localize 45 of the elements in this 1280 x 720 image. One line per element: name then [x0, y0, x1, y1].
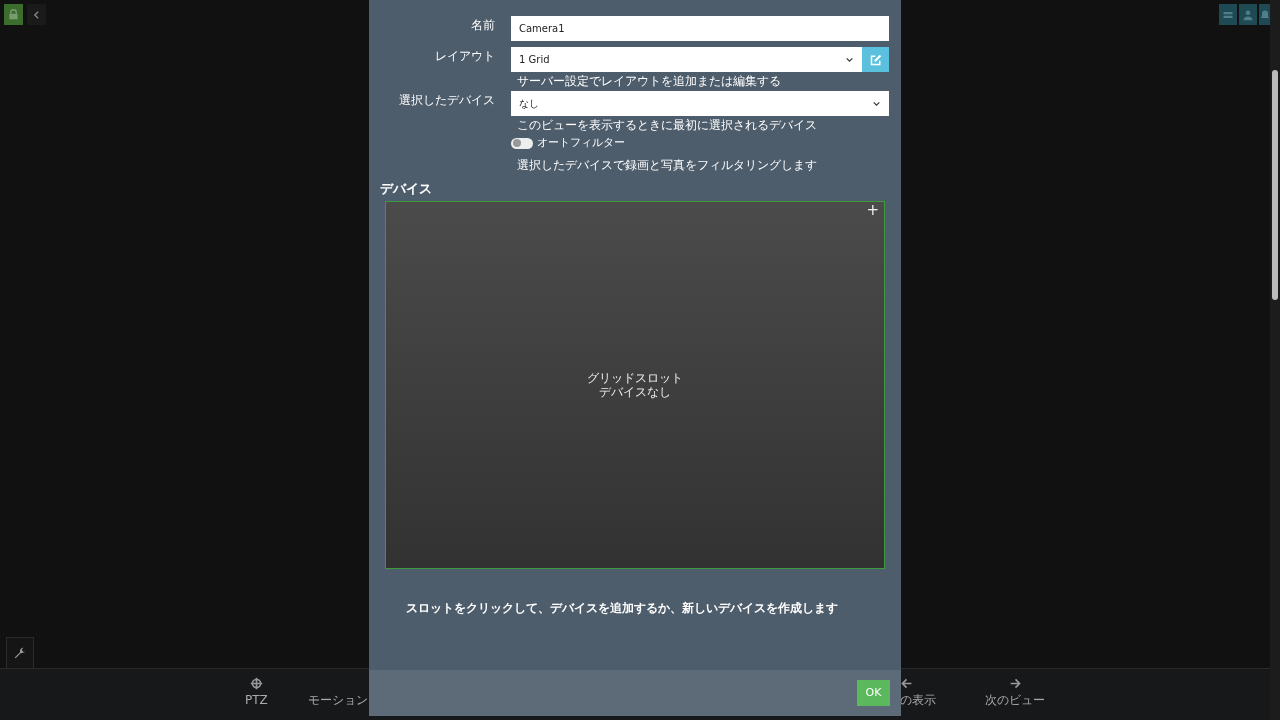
wrench-icon: [13, 646, 27, 660]
lock-icon: [8, 9, 19, 20]
chevron-down-icon: [872, 99, 881, 108]
wrench-button[interactable]: [6, 637, 34, 668]
select-field[interactable]: 1 Grid: [511, 47, 862, 72]
field-label: 名前: [470, 17, 495, 34]
add-button[interactable]: +: [866, 202, 879, 218]
slot-text: デバイスなし: [599, 384, 671, 399]
user-button[interactable]: [1239, 4, 1257, 25]
arrow-left-icon: [900, 677, 913, 690]
bell-button[interactable]: [1259, 4, 1270, 25]
user-icon: [1242, 8, 1254, 21]
instruction-text: スロットをクリックして、デバイスを追加するか、新しいデバイスを作成します: [406, 599, 839, 617]
chevron-left-icon: [32, 9, 41, 20]
toolbar-item[interactable]: モーション: [308, 677, 368, 707]
arrow-right-icon: [1008, 677, 1022, 690]
toggle-switch[interactable]: [511, 137, 533, 149]
edit-icon: [869, 53, 882, 66]
bell-icon: [1259, 8, 1270, 21]
back-button[interactable]: [27, 4, 46, 25]
edit-button[interactable]: [862, 47, 889, 72]
scrollbar[interactable]: [1270, 0, 1280, 720]
list-button[interactable]: [1219, 4, 1237, 25]
crosshair-icon: [249, 677, 263, 690]
help-text: このビューを表示するときに最初に選択されるデバイス: [517, 118, 818, 132]
name-input[interactable]: Camera1: [511, 16, 889, 41]
toolbar-item[interactable]: の表示: [900, 677, 936, 707]
toolbar-label: PTZ: [245, 693, 268, 707]
scrollbar-thumb[interactable]: [1272, 70, 1278, 300]
slot-text: グリッドスロット: [587, 370, 683, 385]
toolbar-label: モーション: [308, 693, 368, 707]
toolbar-label: 次のビュー: [985, 693, 1045, 707]
toggle-label: オートフィルター: [537, 135, 625, 151]
toolbar-item[interactable]: PTZ: [245, 677, 268, 707]
toolbar-label: の表示: [900, 693, 936, 707]
field-label: レイアウト: [434, 48, 495, 65]
chevron-down-icon: [845, 55, 854, 64]
grid-slot[interactable]: + グリッドスロット デバイスなし: [385, 200, 885, 569]
field-label: 選択したデバイス: [398, 92, 495, 109]
section-heading: デバイス: [380, 180, 433, 197]
select-field[interactable]: なし: [511, 91, 889, 116]
lock-button[interactable]: [4, 4, 23, 25]
toolbar-item[interactable]: 次のビュー: [985, 677, 1045, 707]
help-text: 選択したデバイスで録画と写真をフィルタリングします: [517, 157, 818, 172]
help-text: サーバー設定でレイアウトを追加または編集する: [517, 74, 782, 88]
